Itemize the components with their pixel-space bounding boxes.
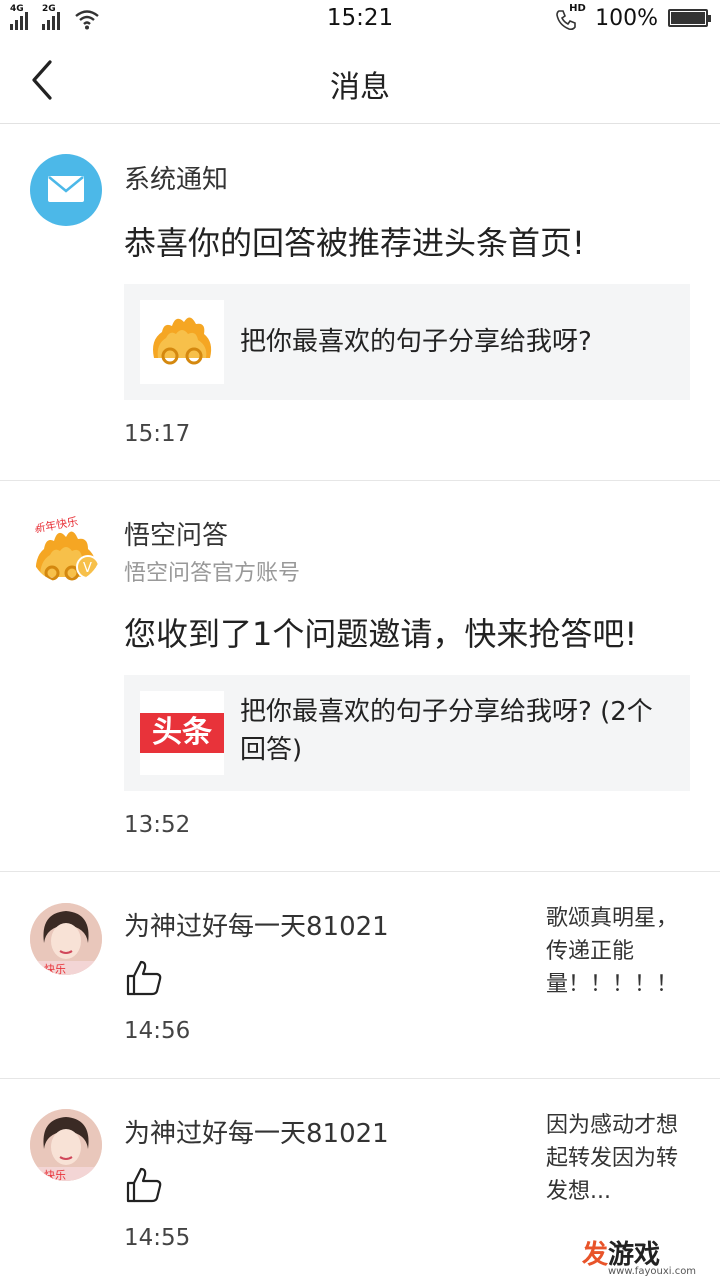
toutiao-logo-text: 头条 — [140, 713, 224, 753]
watermark-url: www.fayouxi.com — [608, 1266, 697, 1277]
wukong-logo-icon — [140, 300, 224, 384]
message-body: 您收到了1个问题邀请，快来抢答吧! — [124, 615, 638, 653]
quoted-answer-text: 因为感动才想起转发因为转发想... — [546, 1113, 679, 1204]
site-watermark: 发游戏 www.fayouxi.com — [578, 1232, 720, 1280]
hd-label: HD — [569, 3, 586, 14]
question-card[interactable]: 头条 把你最喜欢的句子分享给我呀? (2个回答) — [124, 675, 690, 791]
wukong-avatar-icon: 新年快乐 V — [30, 511, 102, 583]
mail-avatar-icon — [30, 154, 102, 226]
battery-percent: 100% — [595, 5, 658, 31]
message-body: 恭喜你的回答被推荐进头条首页! — [124, 224, 585, 262]
quoted-answer-text: 歌颂真明星，传递正能量！！！！！ — [546, 906, 679, 997]
user-avatar: 快乐 — [30, 1109, 102, 1181]
hd-call-icon: HD — [555, 3, 586, 31]
svg-text:快乐: 快乐 — [44, 963, 66, 975]
sender-name: 为神过好每一天81021 — [124, 912, 389, 942]
sender-name: 系统通知 — [124, 165, 229, 195]
thumbs-up-icon — [126, 960, 162, 996]
status-bar: 4G 2G 15:21 HD 100% — [0, 0, 720, 38]
message-item[interactable]: 新年快乐 V 悟空问答 悟空问答官方账号 您收到了1个问题邀请，快来抢答吧! 头… — [0, 481, 720, 872]
top-nav-bar: 消息 — [0, 38, 720, 124]
message-item[interactable]: 快乐 为神过好每一天81021 14:56 歌颂真明星，传递正能量！！！！！ — [0, 872, 720, 1079]
sender-name: 悟空问答 — [124, 521, 229, 551]
toutiao-logo-icon: 头条 — [140, 691, 224, 775]
page-title: 消息 — [330, 70, 390, 105]
message-item[interactable]: 系统通知 恭喜你的回答被推荐进头条首页! 把你最喜欢的句子分享给我呀? 15:1… — [0, 125, 720, 481]
sender-subtitle: 悟空问答官方账号 — [124, 561, 301, 586]
card-question-text: 把你最喜欢的句子分享给我呀? — [240, 327, 592, 357]
card-question-text: 把你最喜欢的句子分享给我呀? (2个回答) — [240, 697, 653, 765]
battery-icon — [668, 9, 711, 27]
message-time: 13:52 — [124, 812, 191, 838]
message-time: 14:55 — [124, 1225, 191, 1251]
sender-name: 为神过好每一天81021 — [124, 1119, 389, 1149]
question-card[interactable]: 把你最喜欢的句子分享给我呀? — [124, 284, 690, 400]
message-time: 15:17 — [124, 421, 191, 447]
svg-text:V: V — [83, 561, 92, 576]
svg-text:快乐: 快乐 — [44, 1169, 66, 1181]
thumbs-up-icon — [126, 1167, 162, 1203]
message-time: 14:56 — [124, 1018, 191, 1044]
user-avatar: 快乐 — [30, 903, 102, 975]
watermark-text-a: 发 — [582, 1240, 609, 1270]
